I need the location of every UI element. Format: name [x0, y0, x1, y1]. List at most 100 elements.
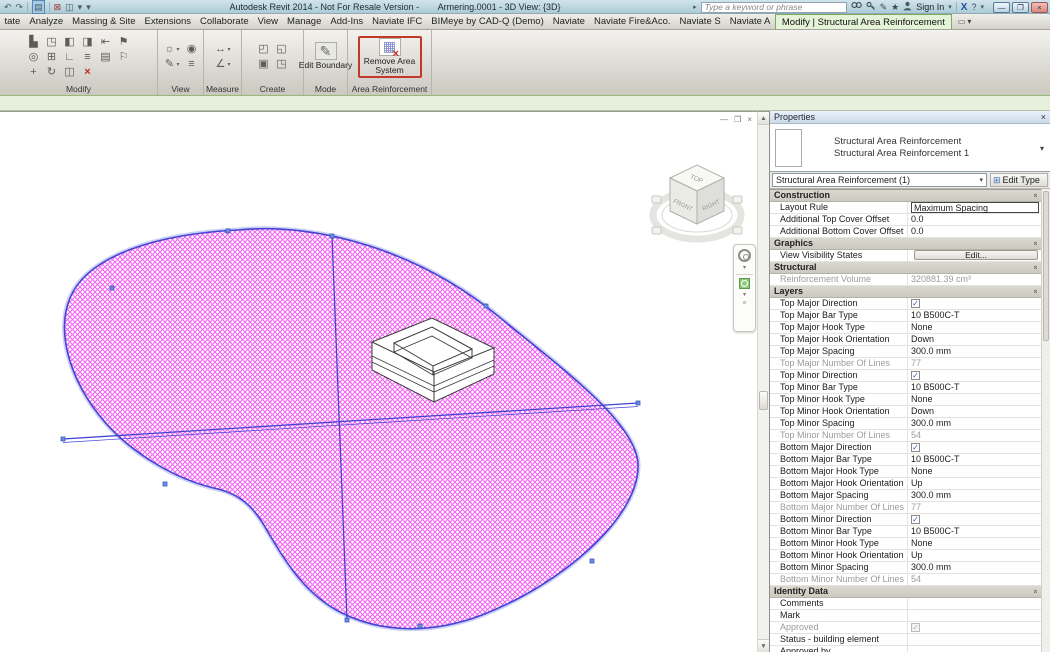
paste-icon[interactable]: ▤ [100, 51, 112, 63]
join-icon[interactable]: ◫ [64, 66, 76, 78]
tab-modify-structural-area-reinforcement[interactable]: Modify | Structural Area Reinforcement [775, 14, 952, 29]
viewport-close-icon[interactable]: × [747, 115, 752, 124]
type-selector[interactable]: Structural Area Reinforcement Structural… [770, 124, 1050, 172]
ribbon-state-toggle[interactable]: ▭▾ [958, 14, 972, 29]
property-row-structural[interactable]: Structural« [770, 262, 1041, 274]
match-type-icon[interactable]: ≡ [82, 51, 94, 63]
chevron-down-icon[interactable]: ▾ [1040, 144, 1044, 153]
property-value[interactable]: Up [908, 478, 1041, 489]
switch-windows-icon[interactable]: ◫ [65, 1, 74, 13]
property-value[interactable]: 0.0 [908, 226, 1041, 237]
property-value[interactable]: 300.0 mm [908, 418, 1041, 429]
pin-icon[interactable]: ⚑ [118, 36, 130, 48]
chevron-down-icon[interactable]: ▾ [78, 1, 83, 13]
collapse-chevron-icon[interactable]: « [1032, 242, 1039, 246]
canvas-scrollbar[interactable]: ▲ ▼ [757, 111, 769, 652]
scrollbar-thumb[interactable] [1043, 191, 1049, 341]
property-value[interactable]: 10 B500C-T [908, 382, 1041, 393]
tab-tate[interactable]: tate [0, 14, 25, 29]
property-value[interactable]: ✓ [908, 514, 1041, 525]
viewcube-corner[interactable] [733, 196, 742, 203]
property-value[interactable]: None [908, 538, 1041, 549]
close-button[interactable]: × [1031, 2, 1048, 13]
viewcube-corner[interactable] [733, 227, 742, 234]
tab-manage[interactable]: Manage [283, 14, 326, 29]
temporary-hide-isolate-icon[interactable]: ☼ [163, 43, 175, 55]
chevron-down-icon[interactable]: ▾ [227, 46, 230, 53]
tab-naviate-a[interactable]: Naviate A [725, 14, 775, 29]
chevron-down-icon[interactable]: ▾ [227, 61, 230, 68]
chevron-down-icon[interactable]: ▾ [176, 61, 179, 68]
checkbox-icon[interactable]: ✓ [911, 299, 920, 308]
redo-icon[interactable]: ↷ [16, 1, 24, 13]
selection-filter-combo[interactable]: Structural Area Reinforcement (1) ▾ [772, 173, 987, 187]
create-similar-icon[interactable]: ◳ [276, 58, 288, 70]
sign-in-button[interactable]: Sign In [916, 2, 944, 12]
property-row-layers[interactable]: Layers« [770, 286, 1041, 298]
person-icon[interactable] [903, 1, 912, 14]
navbar-option-icon[interactable] [743, 301, 746, 304]
collapse-chevron-icon[interactable]: « [1032, 194, 1039, 198]
infocenter-expand-icon[interactable]: ▸ [693, 3, 697, 11]
mirror-icon[interactable]: ◨ [82, 36, 94, 48]
property-row-construction[interactable]: Construction« [770, 190, 1041, 202]
delete-icon[interactable]: × [82, 66, 94, 78]
chevron-down-icon[interactable]: ▾ [743, 292, 746, 298]
close-hidden-windows-icon[interactable]: ⊠ [54, 1, 62, 13]
property-value[interactable] [908, 598, 1041, 609]
properties-scrollbar[interactable] [1041, 189, 1050, 652]
property-value[interactable]: 0.0 [908, 214, 1041, 225]
cope-icon[interactable]: ▙ [28, 36, 40, 48]
array-icon[interactable]: ⊞ [46, 51, 58, 63]
tab-add-ins[interactable]: Add-Ins [326, 14, 368, 29]
close-icon[interactable]: × [1041, 112, 1046, 123]
property-value[interactable] [908, 634, 1041, 645]
property-value[interactable]: 300.0 mm [908, 346, 1041, 357]
align-icon[interactable]: ⇤ [100, 36, 112, 48]
remove-area-system-button[interactable]: ▦×Remove Area System [358, 36, 422, 78]
viewcube-corner[interactable] [652, 227, 661, 234]
help-icon[interactable]: ? [971, 2, 976, 13]
collapse-chevron-icon[interactable]: « [1032, 266, 1039, 270]
steering-wheel-icon[interactable] [738, 249, 751, 262]
move-icon[interactable]: + [28, 66, 40, 78]
checkbox-icon[interactable]: ✓ [911, 443, 920, 452]
tab-massing-site[interactable]: Massing & Site [68, 14, 140, 29]
measure-angle-icon[interactable]: ∠ [214, 58, 226, 70]
user-interface-icon[interactable]: ▤ [32, 0, 45, 14]
thin-lines-icon[interactable]: ≡ [186, 58, 198, 70]
pencil-icon[interactable]: ✎ [880, 2, 888, 13]
measure-length-icon[interactable]: ↔ [214, 43, 226, 55]
rotate-icon[interactable]: ↻ [46, 66, 58, 78]
tab-view[interactable]: View [253, 14, 282, 29]
create-group-icon[interactable]: ▣ [258, 58, 270, 70]
property-value[interactable]: Down [908, 334, 1041, 345]
tab-naviate-ifc[interactable]: Naviate IFC [368, 14, 427, 29]
minimize-button[interactable]: — [993, 2, 1010, 13]
tab-bimeye-by-cad-q-demo[interactable]: BIMeye by CAD-Q (Demo) [427, 14, 548, 29]
tab-analyze[interactable]: Analyze [25, 14, 68, 29]
structural-area-reinforcement-slab[interactable] [63, 229, 638, 629]
property-value[interactable]: 10 B500C-T [908, 454, 1041, 465]
property-value[interactable]: Down [908, 406, 1041, 417]
edit-button[interactable]: Edit... [914, 250, 1038, 260]
tab-collaborate[interactable]: Collaborate [196, 14, 254, 29]
property-row-graphics[interactable]: Graphics« [770, 238, 1041, 250]
property-value[interactable]: ✓ [908, 298, 1041, 309]
property-value[interactable]: ✓ [908, 442, 1041, 453]
unpin-icon[interactable]: ⚐ [118, 51, 130, 63]
property-value[interactable] [908, 610, 1041, 621]
edit-type-button[interactable]: ⊞ Edit Type [990, 173, 1048, 187]
split-element-icon[interactable]: ◧ [64, 36, 76, 48]
property-value[interactable]: Maximum Spacing [908, 202, 1041, 213]
checkbox-icon[interactable]: ✓ [911, 515, 920, 524]
exchange-apps-icon[interactable]: X [961, 2, 968, 13]
tab-naviate-fire-aco[interactable]: Naviate Fire&Aco. [589, 14, 675, 29]
qat-customize-icon[interactable]: ▾ [86, 1, 91, 13]
tab-naviate[interactable]: Naviate [548, 14, 589, 29]
search-input[interactable] [701, 2, 847, 13]
property-row-identity-data[interactable]: Identity Data« [770, 586, 1041, 598]
collapse-chevron-icon[interactable]: « [1032, 590, 1039, 594]
property-value[interactable]: ✓ [908, 370, 1041, 381]
viewport-restore-icon[interactable]: ❐ [734, 115, 741, 124]
